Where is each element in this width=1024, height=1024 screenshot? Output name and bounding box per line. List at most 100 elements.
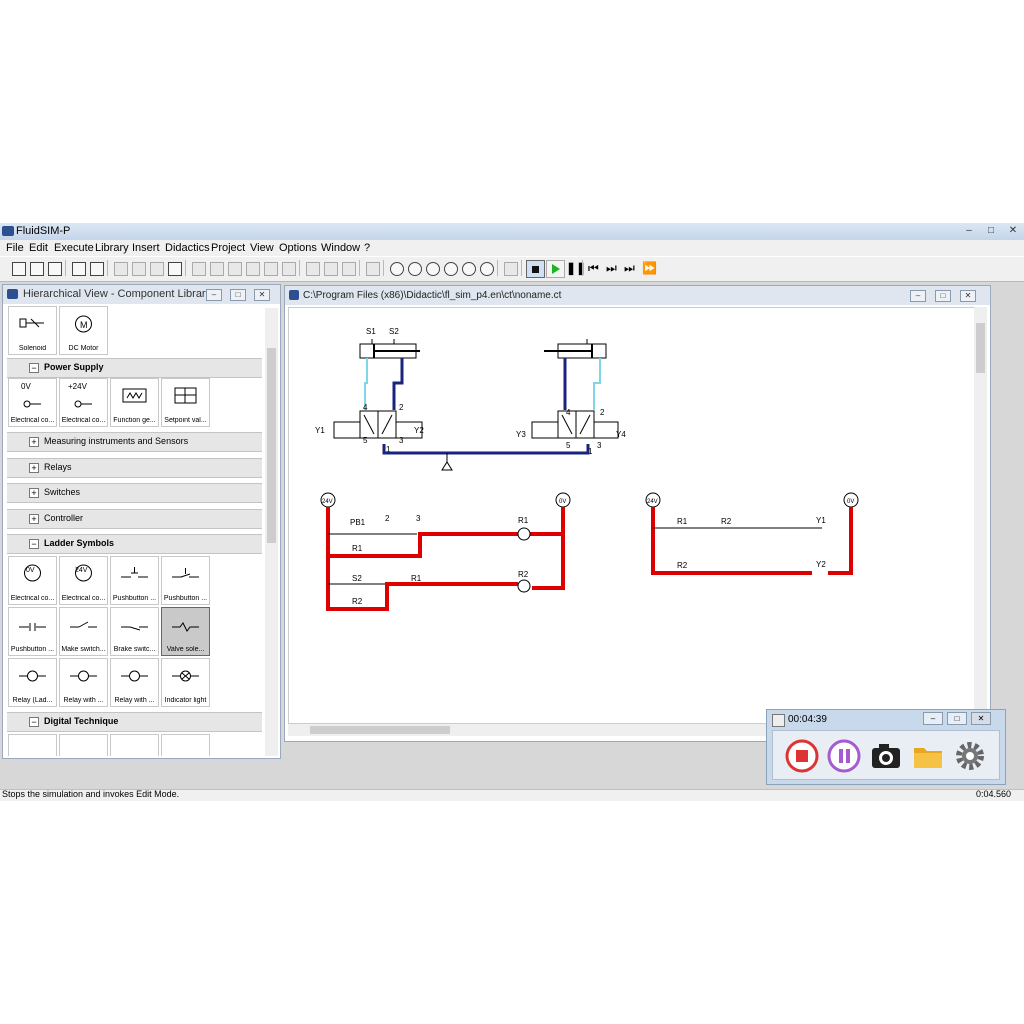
rotate-icon[interactable] — [306, 262, 320, 276]
group-controller[interactable]: + Controller — [7, 509, 262, 529]
menu-execute[interactable]: Execute — [54, 242, 94, 254]
align-right-icon[interactable] — [228, 262, 242, 276]
group-ladder-symbols[interactable]: − Ladder Symbols — [7, 534, 262, 554]
component-tile-digital[interactable] — [59, 734, 108, 756]
relay-coil-r1[interactable] — [517, 527, 531, 541]
component-tile-pushbutton-no[interactable]: Pushbutton ... — [110, 556, 159, 605]
grid-icon[interactable] — [366, 262, 380, 276]
scroll-thumb[interactable] — [310, 726, 450, 734]
component-tile-0v[interactable]: 0V Electrical co... — [8, 378, 57, 427]
paste-icon[interactable] — [168, 262, 182, 276]
camera-icon[interactable] — [869, 739, 903, 773]
valve-1[interactable] — [333, 410, 423, 439]
menu-edit[interactable]: Edit — [29, 242, 48, 254]
component-tile-valve-solenoid[interactable]: Valve sole... — [161, 607, 210, 656]
group-digital-technique[interactable]: − Digital Technique — [7, 712, 262, 732]
group-relays[interactable]: + Relays — [7, 458, 262, 478]
zoom-prev-icon[interactable] — [444, 262, 458, 276]
copy-icon[interactable] — [150, 262, 164, 276]
zoom-fit-icon[interactable] — [390, 262, 404, 276]
circuit-diagram[interactable]: S1 S2 Y1 Y2 Y3 Y4 4 2 5 3 1 4 2 5 3 1 24… — [289, 308, 974, 723]
group-switches[interactable]: + Switches — [7, 483, 262, 503]
component-tile-function-generator[interactable]: Function ge... — [110, 378, 159, 427]
component-tile-relay[interactable]: Relay (Lad... — [8, 658, 57, 707]
component-tile-digital[interactable] — [8, 734, 57, 756]
record-stop-icon[interactable] — [785, 739, 819, 773]
align-left-icon[interactable] — [192, 262, 206, 276]
new-icon[interactable] — [12, 262, 26, 276]
recorder-minimize-button[interactable]: – — [923, 712, 943, 725]
component-tile-relay-delay[interactable]: Relay with ... — [59, 658, 108, 707]
circuit-canvas[interactable]: S1 S2 Y1 Y2 Y3 Y4 4 2 5 3 1 4 2 5 3 1 24… — [288, 307, 975, 724]
menu-didactics[interactable]: Didactics — [165, 242, 210, 254]
expand-icon[interactable]: + — [29, 463, 39, 473]
play-button[interactable] — [546, 260, 565, 278]
check-icon[interactable] — [504, 262, 518, 276]
cut-icon[interactable] — [132, 262, 146, 276]
relay-coil-r2[interactable] — [517, 579, 531, 593]
library-scrollbar[interactable] — [265, 308, 278, 756]
panel-maximize-button[interactable]: □ — [230, 289, 246, 301]
menu-help[interactable]: ? — [364, 242, 370, 254]
collapse-icon[interactable]: − — [29, 539, 39, 549]
recorder-close-button[interactable]: ✕ — [971, 712, 991, 725]
expand-icon[interactable]: + — [29, 514, 39, 524]
doc-minimize-button[interactable]: – — [910, 290, 926, 302]
component-tile-digital[interactable] — [161, 734, 210, 756]
folder-icon[interactable] — [911, 739, 945, 773]
open-icon[interactable] — [30, 262, 44, 276]
expand-icon[interactable]: + — [29, 488, 39, 498]
pause-icon[interactable]: ❚❚ — [566, 261, 586, 275]
component-tile-pushbutton-nc[interactable]: Pushbutton ... — [161, 556, 210, 605]
print-preview-icon[interactable] — [72, 262, 86, 276]
minimize-button[interactable]: – — [962, 224, 976, 237]
component-tile-make-switch[interactable]: Make switch... — [59, 607, 108, 656]
settings-icon[interactable] — [953, 739, 987, 773]
step-to-icon[interactable]: ⏭ — [624, 261, 635, 275]
panel-minimize-button[interactable]: – — [206, 289, 222, 301]
group-power-supply[interactable]: − Power Supply — [7, 358, 262, 378]
cylinder-2[interactable] — [544, 339, 607, 359]
component-tile-indicator-light[interactable]: Indicator light — [161, 658, 210, 707]
component-tile-24v[interactable]: +24V Electrical co... — [59, 378, 108, 427]
component-tile-brake-switch[interactable]: Brake switc... — [110, 607, 159, 656]
component-tile-setpoint-value[interactable]: Setpoint val... — [161, 378, 210, 427]
single-step-icon[interactable]: ⏭ — [606, 261, 617, 275]
scroll-thumb[interactable] — [267, 348, 276, 543]
stop-button[interactable] — [526, 260, 545, 278]
menu-options[interactable]: Options — [279, 242, 317, 254]
recorder-maximize-button[interactable]: □ — [947, 712, 967, 725]
doc-maximize-button[interactable]: □ — [935, 290, 951, 302]
component-tile-relay-release[interactable]: Relay with ... — [110, 658, 159, 707]
menu-insert[interactable]: Insert — [132, 242, 160, 254]
menu-window[interactable]: Window — [321, 242, 360, 254]
align-top-icon[interactable] — [246, 262, 260, 276]
undo-icon[interactable] — [114, 262, 128, 276]
panel-close-button[interactable]: ✕ — [254, 289, 270, 301]
group-measuring[interactable]: + Measuring instruments and Sensors — [7, 432, 262, 452]
canvas-vertical-scrollbar[interactable] — [974, 307, 987, 722]
align-middle-icon[interactable] — [264, 262, 278, 276]
component-tile-solenoid[interactable]: Solenoid — [8, 306, 57, 355]
maximize-button[interactable]: □ — [984, 224, 998, 237]
collapse-icon[interactable]: − — [29, 717, 39, 727]
ladder-diagram-1[interactable]: 24V 0V PB1 2 3 R1 R1 S2 R1 R2 R2 — [320, 492, 571, 611]
ladder-diagram-2[interactable]: 24V 0V R1 R2 Y1 R2 Y2 — [645, 492, 859, 575]
reset-icon[interactable]: ⏮ — [588, 261, 599, 275]
print-icon[interactable] — [90, 262, 104, 276]
save-icon[interactable] — [48, 262, 62, 276]
zoom-select-icon[interactable] — [426, 262, 440, 276]
record-pause-icon[interactable] — [827, 739, 861, 773]
scroll-thumb[interactable] — [976, 323, 985, 373]
component-tile-digital[interactable] — [110, 734, 159, 756]
valve-2[interactable] — [531, 410, 619, 439]
close-button[interactable]: ✕ — [1006, 224, 1020, 237]
align-center-icon[interactable] — [210, 262, 224, 276]
flip-v-icon[interactable] — [342, 262, 356, 276]
menu-view[interactable]: View — [250, 242, 274, 254]
zoom-out-icon[interactable] — [480, 262, 494, 276]
cylinder-1[interactable] — [359, 339, 420, 359]
component-tile-pushbutton[interactable]: Pushbutton ... — [8, 607, 57, 656]
component-tile-ladder-24v[interactable]: 24V Electrical co... — [59, 556, 108, 605]
menu-file[interactable]: File — [6, 242, 24, 254]
